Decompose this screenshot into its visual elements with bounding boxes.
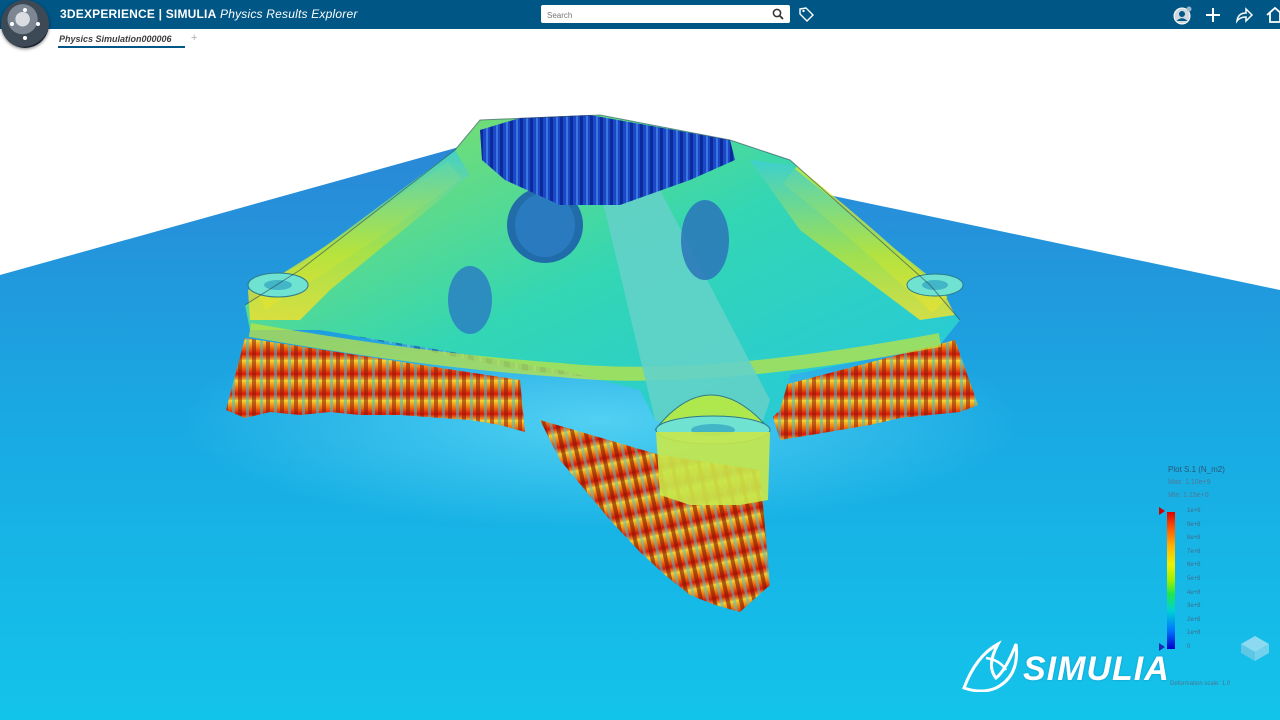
home-icon[interactable] [1265,5,1280,25]
app-name-label: Physics Results Explorer [220,7,358,21]
legend-max-marker[interactable] [1159,507,1165,515]
tab-physics-simulation[interactable]: Physics Simulation000006 [59,34,172,44]
legend-tick-label: 3e+8 [1187,603,1201,610]
legend-tick-label: 4e+8 [1187,589,1201,596]
brand-label: 3DEXPERIENCE | SIMULIA [60,7,217,21]
app-title: 3DEXPERIENCE | SIMULIA Physics Results E… [60,7,358,21]
legend-tick-label: 8e+8 [1187,535,1201,542]
add-tab-button[interactable]: + [191,32,197,44]
legend-tick-label: 7e+8 [1187,548,1201,555]
legend-tick-label: 1e+9 [1187,508,1201,514]
legend-tick-label: 2e+8 [1187,616,1201,623]
legend-title: Plot S.1 (N_m2) [1168,465,1225,474]
search-box[interactable] [541,5,790,24]
user-icon[interactable] [1173,5,1193,25]
search-input[interactable] [545,6,769,24]
add-icon[interactable] [1203,5,1223,25]
active-tab-indicator [58,46,185,48]
legend-tick-label: 9e+8 [1187,521,1201,528]
3d-viewport[interactable] [0,51,1280,720]
legend-min: Min: 1.15e+0 [1168,492,1209,499]
view-cube-icon[interactable] [1237,634,1273,662]
top-bar: 3DEXPERIENCE | SIMULIA Physics Results E… [0,0,1280,29]
search-icon[interactable] [772,8,784,20]
legend-max: Max: 1.10e+9 [1168,479,1211,486]
simulia-watermark: SIMULIA [1023,650,1170,688]
legend-tick-label: 5e+8 [1187,576,1201,582]
tag-icon[interactable] [798,6,815,23]
compass-icon[interactable] [1,0,49,48]
legend-color-bar[interactable] [1167,512,1175,649]
legend-tick-label: 6e+8 [1187,562,1201,569]
share-icon[interactable] [1234,5,1254,25]
simulation-render [0,51,1280,720]
